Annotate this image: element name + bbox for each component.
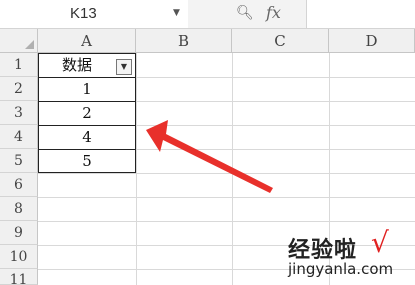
chevron-down-icon[interactable]: ▼	[173, 8, 180, 18]
watermark-url: jingyanla.com	[288, 260, 394, 278]
row-header-8[interactable]: 8	[0, 197, 38, 221]
row-header-2[interactable]: 2	[0, 77, 38, 101]
row-header-9[interactable]: 9	[0, 221, 38, 245]
row-header-1[interactable]: 1	[0, 53, 38, 77]
gridline	[38, 221, 415, 222]
function-fx-icon[interactable]: fx	[266, 3, 281, 22]
table-border	[38, 101, 136, 102]
select-all-icon	[25, 40, 34, 49]
cell-a2[interactable]: 1	[38, 77, 136, 101]
row-header-3[interactable]: 3	[0, 101, 38, 125]
name-box[interactable]: K13 ▼	[0, 0, 188, 28]
cell-a4[interactable]: 4	[38, 125, 136, 149]
gridline	[38, 197, 415, 198]
row-header-4[interactable]: 4	[0, 125, 38, 149]
column-header-d[interactable]: D	[329, 29, 415, 53]
table-border	[38, 149, 136, 150]
table-border	[38, 125, 136, 126]
table-border	[38, 77, 136, 78]
magnifier-icon[interactable]: 🔍︎	[236, 5, 254, 21]
column-header-a[interactable]: A	[38, 29, 136, 53]
gridline	[232, 53, 233, 285]
watermark: 经验啦 √ jingyanla.com	[288, 226, 413, 282]
cell-a3[interactable]: 2	[38, 101, 136, 125]
row-header-6[interactable]: 6	[0, 173, 38, 197]
check-mark-icon: √	[371, 226, 389, 259]
row-header-11[interactable]: 11	[0, 269, 38, 285]
column-header-b[interactable]: B	[136, 29, 232, 53]
gridline	[38, 173, 415, 174]
row-header-10[interactable]: 10	[0, 245, 38, 269]
cell-a1-header[interactable]: 数据	[38, 53, 116, 77]
cell-a5[interactable]: 5	[38, 149, 136, 173]
filter-dropdown-icon[interactable]: ▼	[116, 59, 132, 75]
column-header-c[interactable]: C	[232, 29, 329, 53]
formula-input[interactable]	[306, 0, 415, 28]
name-box-value[interactable]: K13	[70, 5, 97, 22]
row-header-5[interactable]: 5	[0, 149, 38, 173]
gridline	[136, 53, 137, 285]
select-all-corner[interactable]	[0, 29, 38, 53]
formula-bar: K13 ▼ 🔍︎ fx	[0, 0, 415, 29]
